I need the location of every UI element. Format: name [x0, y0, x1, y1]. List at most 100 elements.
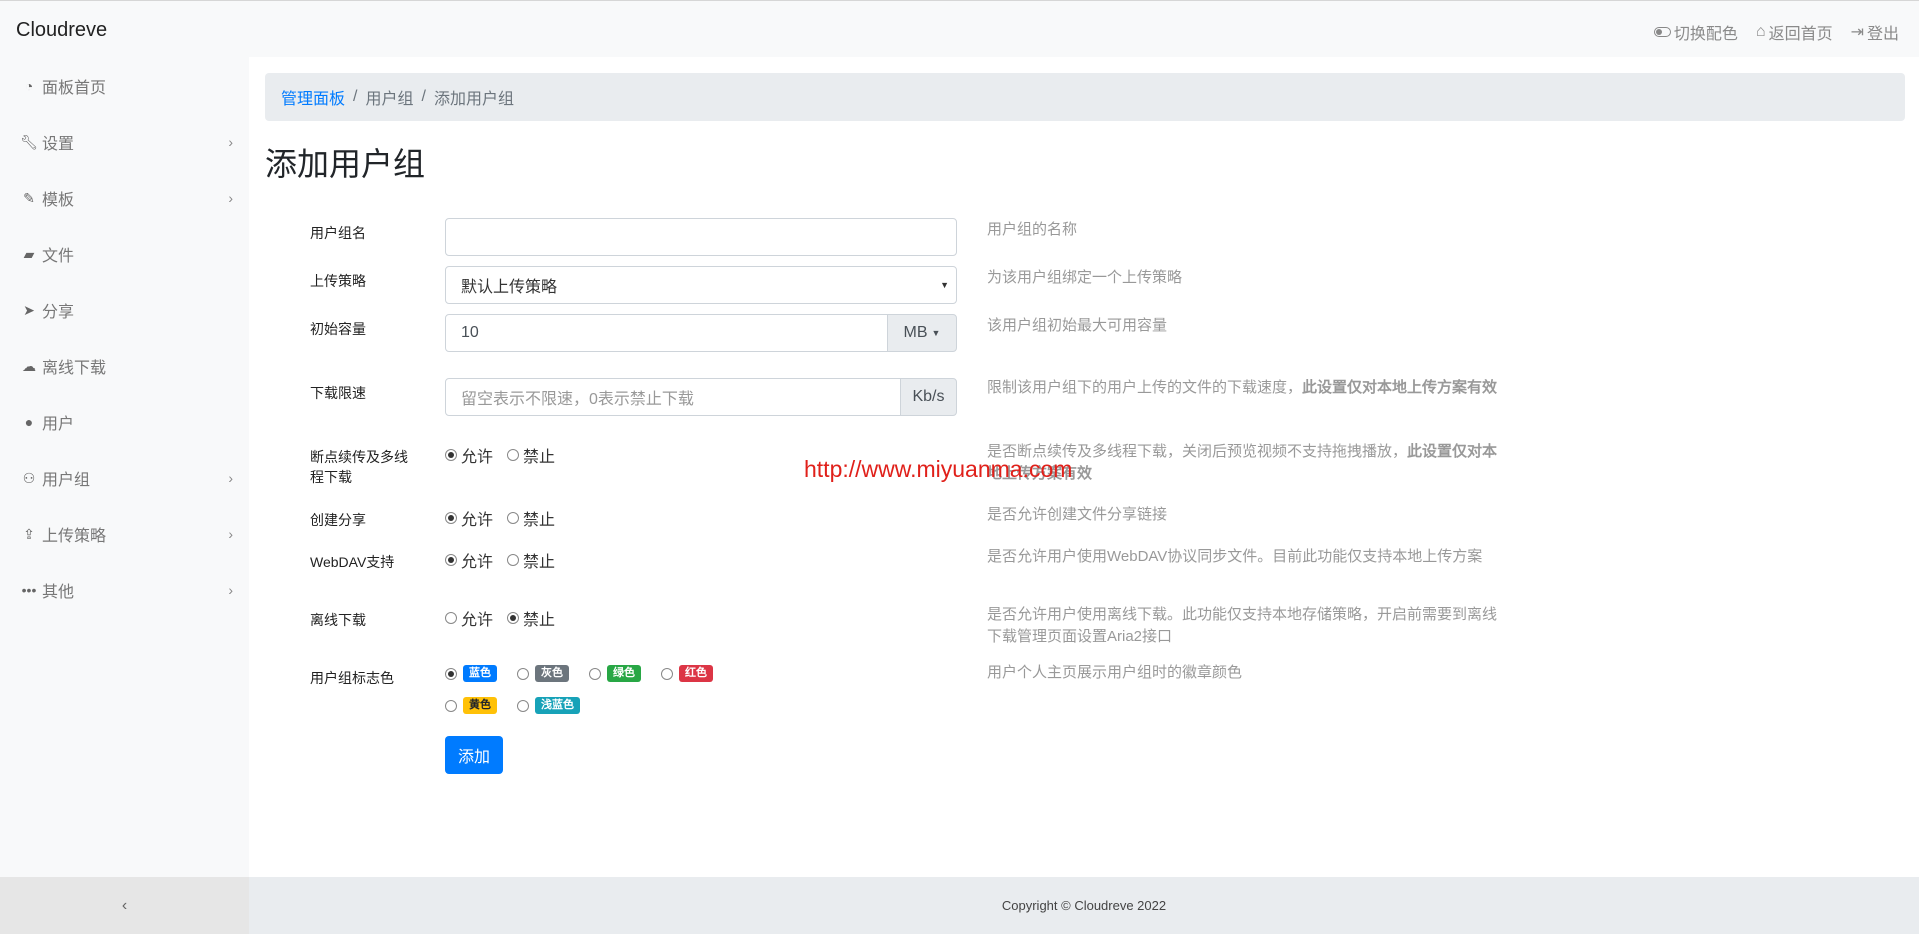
- share-allow-radio[interactable]: 允许: [445, 506, 493, 530]
- resume-multithread-label-line1: 断点续传及多线: [310, 449, 408, 465]
- download-speed-help-text: 限制该用户组下的用户上传的文件的下载速度，: [987, 379, 1303, 396]
- logout-label: 登出: [1866, 26, 1899, 43]
- radio-label: 允许: [461, 449, 494, 466]
- resume-allow-radio[interactable]: 允许: [445, 443, 493, 467]
- chevron-right-icon: ›: [228, 190, 233, 206]
- offline-allow-radio[interactable]: 允许: [445, 606, 493, 630]
- offline-download-radios: 允许 禁止: [445, 606, 555, 630]
- badge-gray: 灰色: [535, 665, 569, 682]
- webdav-help: 是否允许用户使用WebDAV协议同步文件。目前此功能仅支持本地上传方案: [987, 548, 1483, 565]
- toggle-theme-link[interactable]: 切换配色: [1653, 20, 1738, 44]
- badge-gray-radio[interactable]: 灰色: [517, 665, 569, 682]
- webdav-label: WebDAV支持: [310, 554, 395, 570]
- offline-deny-radio[interactable]: 禁止: [507, 606, 555, 630]
- logout-link[interactable]: ⇥ 登出: [1851, 20, 1899, 44]
- radio-checked: [445, 512, 457, 524]
- sidebar-item-settings[interactable]: 🔧︎ 设置 ›: [0, 127, 249, 157]
- resume-multithread-label-line2: 程下载: [310, 469, 352, 485]
- offline-download-label: 离线下载: [310, 612, 366, 628]
- sidebar-item-label: 离线下载: [42, 360, 107, 377]
- radio-label: 允许: [461, 512, 494, 529]
- copyright-text: Copyright © Cloudreve 2022: [1001, 898, 1167, 913]
- badge-red-radio[interactable]: 红色: [661, 665, 713, 682]
- sidebar: ◔ 面板首页 🔧︎ 设置 › ✎ 模板 › ▰ 文件 ➤ 分享 ☁ 离线下载 ●…: [0, 57, 249, 877]
- radio-unchecked: [445, 699, 457, 712]
- radio-checked: [445, 449, 457, 461]
- share-deny-radio[interactable]: 禁止: [507, 506, 555, 530]
- group-name-label: 用户组名: [310, 225, 366, 241]
- sidebar-item-label: 用户: [42, 416, 75, 433]
- sidebar-item-offline-download[interactable]: ☁ 离线下载: [0, 351, 249, 381]
- folder-icon: ▰: [23, 245, 35, 262]
- badge-green-radio[interactable]: 绿色: [589, 665, 641, 682]
- watermark-text: http://www.miyuanma.com: [804, 456, 1073, 482]
- chevron-right-icon: ›: [228, 470, 233, 486]
- breadcrumb-separator: /: [353, 88, 358, 105]
- main-content: 管理面板 / 用户组 / 添加用户组 添加用户组 用户组名 用户组的名称 上传策…: [249, 57, 1919, 877]
- sidebar-item-user-groups[interactable]: ⚇ 用户组 ›: [0, 463, 249, 493]
- badge-cyan-radio[interactable]: 浅蓝色: [517, 697, 580, 714]
- radio-label: 允许: [461, 612, 494, 629]
- home-link[interactable]: ⌂ 返回首页: [1756, 20, 1833, 44]
- radio-checked: [445, 554, 457, 566]
- badge-blue-radio[interactable]: 蓝色: [445, 665, 497, 682]
- breadcrumb-current: 添加用户组: [433, 91, 514, 108]
- badge-yellow-radio[interactable]: 黄色: [445, 697, 497, 714]
- breadcrumb-admin-panel[interactable]: 管理面板: [281, 85, 345, 109]
- upload-policy-help: 为该用户组绑定一个上传策略: [987, 269, 1183, 286]
- sidebar-item-templates[interactable]: ✎ 模板 ›: [0, 183, 249, 213]
- webdav-allow-radio[interactable]: 允许: [445, 548, 493, 572]
- radio-checked: [507, 612, 520, 624]
- sidebar-item-dashboard[interactable]: ◔ 面板首页: [0, 71, 249, 101]
- resume-deny-radio[interactable]: 禁止: [507, 443, 555, 467]
- initial-capacity-label: 初始容量: [310, 321, 366, 337]
- top-navbar: Cloudreve 切换配色 ⌂ 返回首页 ⇥ 登出: [0, 0, 1919, 57]
- create-share-radios: 允许 禁止: [445, 506, 555, 530]
- capacity-unit-dropdown[interactable]: MB ▼: [887, 314, 957, 352]
- brush-icon: ✎: [23, 189, 35, 206]
- radio-unchecked: [507, 449, 520, 461]
- sidebar-collapse-button[interactable]: ‹: [0, 877, 249, 934]
- sidebar-item-shares[interactable]: ➤ 分享: [0, 295, 249, 325]
- upload-policy-label: 上传策略: [310, 273, 366, 289]
- webdav-deny-radio[interactable]: 禁止: [507, 548, 555, 572]
- create-share-label: 创建分享: [310, 512, 366, 528]
- breadcrumb-separator: /: [421, 88, 426, 105]
- users-icon: ⚇: [22, 469, 36, 486]
- sidebar-item-label: 面板首页: [42, 80, 107, 97]
- group-name-help: 用户组的名称: [987, 221, 1078, 238]
- breadcrumb: 管理面板 / 用户组 / 添加用户组: [265, 73, 1905, 121]
- create-share-help: 是否允许创建文件分享链接: [987, 506, 1168, 523]
- group-name-input[interactable]: [445, 218, 957, 256]
- radio-label: 禁止: [523, 612, 556, 629]
- upload-policy-select[interactable]: 默认上传策略 ▼: [445, 266, 957, 304]
- resume-multithread-radios: 允许 禁止: [445, 443, 555, 467]
- initial-capacity-input[interactable]: 10: [445, 314, 888, 352]
- caret-down-icon: ▼: [931, 328, 941, 338]
- caret-down-icon: ▼: [940, 280, 949, 290]
- sidebar-item-files[interactable]: ▰ 文件: [0, 239, 249, 269]
- add-group-button[interactable]: 添加: [445, 736, 503, 774]
- offline-download-help: 是否允许用户使用离线下载。此功能仅支持本地存储策略，开启前需要到离线下载管理页面…: [987, 606, 1498, 645]
- download-speed-input[interactable]: 留空表示不限速，0表示禁止下载: [445, 378, 901, 416]
- breadcrumb-user-groups: 用户组: [365, 91, 414, 108]
- webdav-radios: 允许 禁止: [445, 548, 555, 572]
- sidebar-item-label: 文件: [42, 248, 75, 265]
- radio-unchecked: [507, 554, 520, 566]
- sidebar-item-users[interactable]: ● 用户: [0, 407, 249, 437]
- chevron-left-icon: ‹: [121, 896, 128, 914]
- radio-checked: [445, 667, 457, 680]
- dashboard-icon: ◔: [24, 78, 34, 94]
- toggle-theme-label: 切换配色: [1673, 26, 1738, 43]
- brand-logo[interactable]: Cloudreve: [16, 19, 107, 42]
- radio-unchecked: [445, 612, 457, 624]
- home-icon: ⌂: [1755, 23, 1766, 40]
- radio-unchecked: [507, 512, 520, 524]
- download-speed-label: 下载限速: [310, 385, 366, 401]
- sidebar-item-other[interactable]: ••• 其他 ›: [0, 575, 249, 605]
- upload-icon: ⇪: [23, 525, 35, 542]
- initial-capacity-help: 该用户组初始最大可用容量: [987, 317, 1168, 334]
- sidebar-item-label: 用户组: [42, 472, 91, 489]
- badge-blue: 蓝色: [463, 665, 497, 682]
- sidebar-item-upload-policies[interactable]: ⇪ 上传策略 ›: [0, 519, 249, 549]
